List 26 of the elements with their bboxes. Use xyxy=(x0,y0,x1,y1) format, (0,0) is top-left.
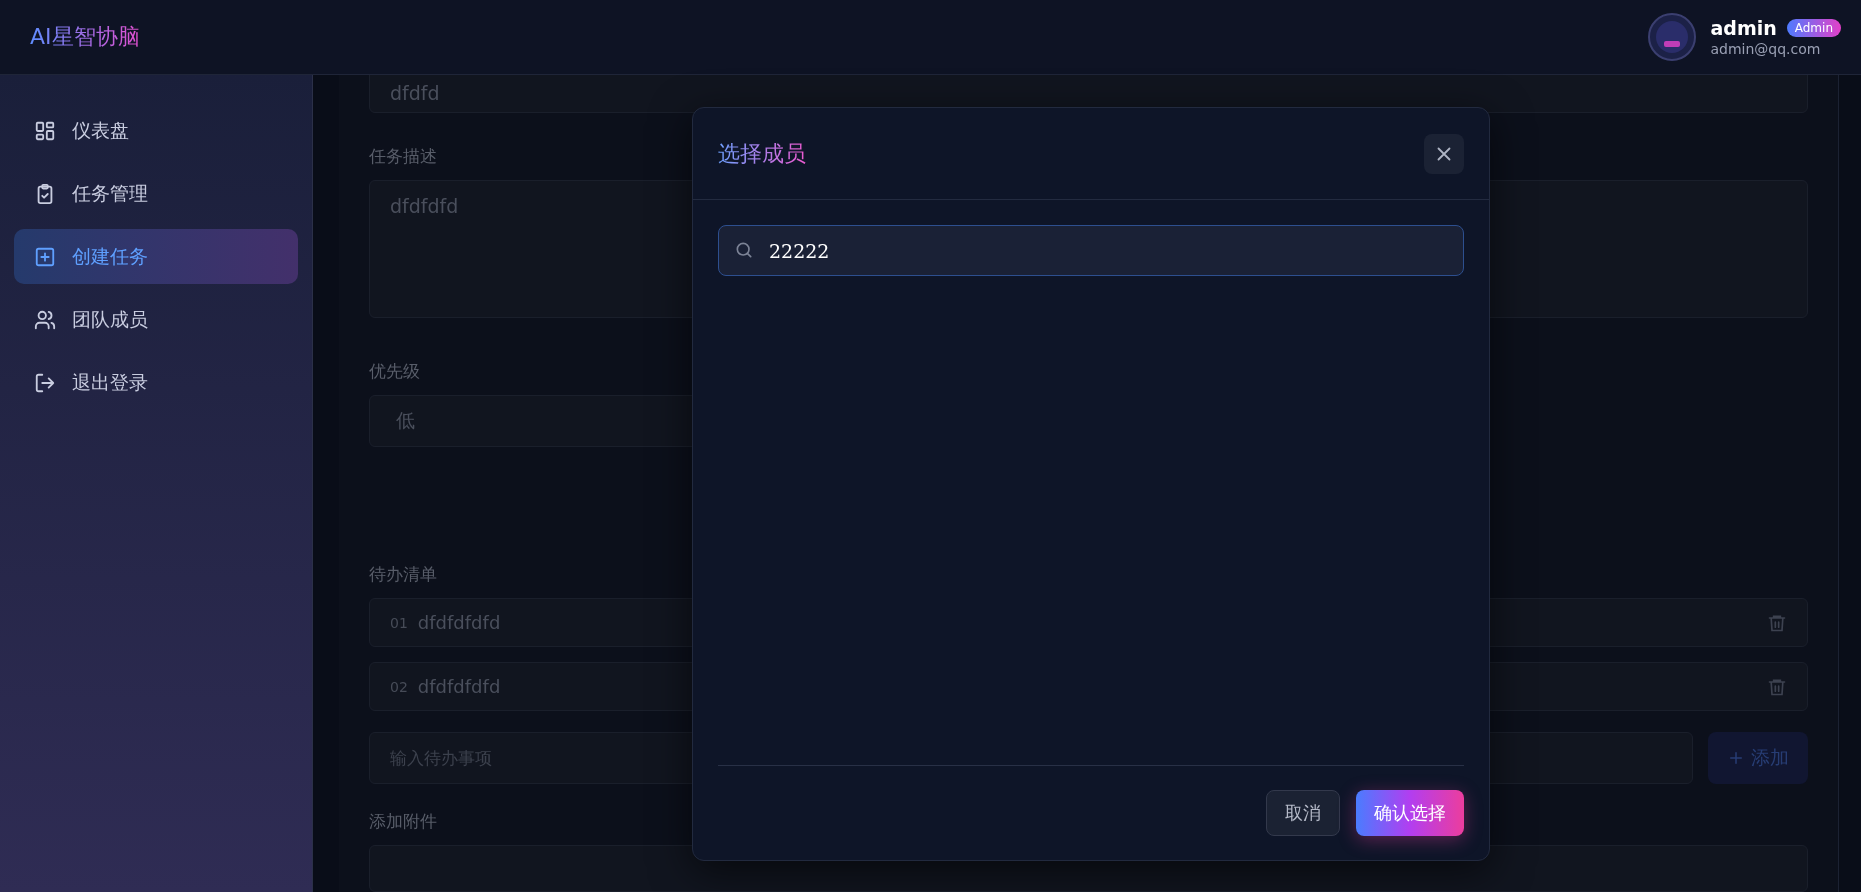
sidebar-item[interactable]: 仪表盘 xyxy=(14,103,298,158)
search-field[interactable]: 22222 xyxy=(718,225,1464,276)
sidebar-item[interactable]: 任务管理 xyxy=(14,166,298,221)
avatar-icon[interactable] xyxy=(1648,13,1697,61)
logout-icon xyxy=(34,371,56,394)
role-badge: Admin xyxy=(1786,19,1841,37)
confirm-button[interactable]: 确认选择 xyxy=(1356,790,1464,836)
field-label: 待办清单 xyxy=(369,563,437,587)
todo-text: dfdfdfdfd xyxy=(417,676,502,697)
todo-text: dfdfdfdfd xyxy=(417,612,502,634)
sidebar-item[interactable]: 团队成员 xyxy=(14,292,298,347)
field-label: 添加附件 xyxy=(369,809,437,833)
field-label: 优先级 xyxy=(369,359,420,383)
cancel-button[interactable]: 取消 xyxy=(1266,790,1340,836)
sidebar-item[interactable]: 退出登录 xyxy=(14,355,298,410)
user-email: admin@qq.com xyxy=(1710,41,1822,57)
search-icon xyxy=(734,240,754,260)
field-label: 任务描述 xyxy=(369,144,437,168)
user-name: admin xyxy=(1710,17,1777,39)
sidebar-item[interactable]: 创建任务 xyxy=(14,229,298,284)
users-icon xyxy=(34,308,56,331)
grid-icon xyxy=(34,119,56,142)
todo-number: 02 xyxy=(390,678,408,695)
plus-square-icon xyxy=(34,245,56,268)
todo-number: 01 xyxy=(390,614,408,631)
close-button[interactable] xyxy=(1424,133,1464,174)
